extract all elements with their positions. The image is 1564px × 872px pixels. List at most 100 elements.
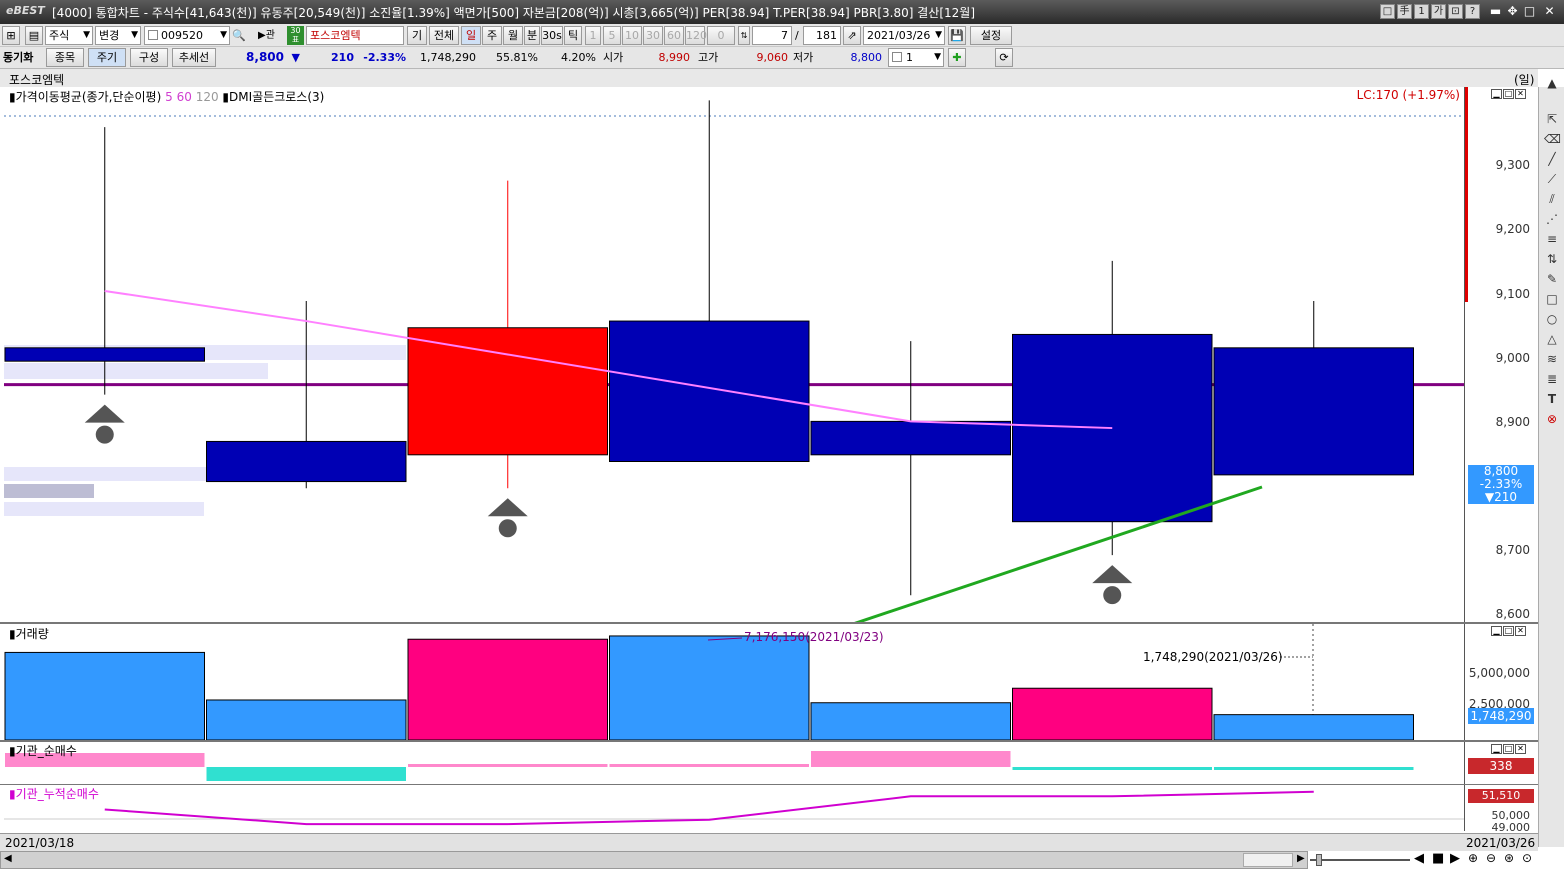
text-tool-icon[interactable]: T xyxy=(1544,391,1560,407)
scroll-thumb[interactable] xyxy=(1243,853,1293,867)
zoom-out-icon[interactable]: ⊖ xyxy=(1486,851,1496,865)
save-screen-icon[interactable]: ▤ xyxy=(25,26,43,45)
fibo-tool-icon[interactable]: ≡ xyxy=(1544,231,1560,247)
price-scale[interactable]: ▁ □ ✕ 9,300 9,200 9,100 9,000 8,900 8,70… xyxy=(1464,87,1538,622)
gi-button[interactable]: 기 xyxy=(407,26,427,45)
font-button[interactable]: 가 xyxy=(1431,4,1446,19)
panel-close-icon[interactable]: ✕ xyxy=(1515,744,1526,754)
ma-indicator-label[interactable]: ▮가격이동평균(종가,단순이평) 5 60 120 ▮DMI골든크로스(3) xyxy=(9,88,324,105)
interval-60[interactable]: 60 xyxy=(664,26,684,45)
refresh-icon[interactable]: ⟳ xyxy=(995,48,1013,67)
fan-tool-icon[interactable]: ⋰ xyxy=(1544,211,1560,227)
period-minute[interactable]: 분 xyxy=(524,26,540,45)
chart-window-icon[interactable]: ⊞ xyxy=(2,26,20,45)
frame-icon[interactable]: □ xyxy=(1380,4,1395,19)
open-value: 8,990 xyxy=(658,51,691,64)
total-input[interactable]: 181 xyxy=(803,26,841,45)
thirty-icon[interactable]: 30 표 xyxy=(287,26,304,45)
volume-panel[interactable]: ▮거래량 7,176,150(2021/03/23) 1,748,290(202… xyxy=(4,624,1464,740)
inst-cum-title[interactable]: ▮기관_누적순매수 xyxy=(9,785,99,802)
hand-icon[interactable]: 手 xyxy=(1397,4,1412,19)
capture-icon[interactable]: ⊡ xyxy=(1448,4,1463,19)
stop-icon[interactable]: ■ xyxy=(1432,851,1444,866)
stock-name-field[interactable]: 포스코엠텍 xyxy=(306,26,404,45)
search-icon[interactable]: 🔍 xyxy=(232,26,246,45)
save-icon[interactable]: 💾 xyxy=(948,26,966,45)
count-input[interactable]: 7 xyxy=(752,26,792,45)
channel-tool-icon[interactable]: ⫽ xyxy=(1544,191,1560,207)
horizontal-scrollbar[interactable]: ◀ ▶ xyxy=(0,851,1308,869)
zoom-fit-icon[interactable]: ⊛ xyxy=(1504,851,1514,865)
settings-button[interactable]: 설정 xyxy=(970,26,1012,45)
volume-title[interactable]: ▮거래량 xyxy=(9,625,49,642)
panel-min-icon[interactable]: ▁ xyxy=(1491,744,1502,754)
period-day[interactable]: 일 xyxy=(461,26,481,45)
panel-close-icon[interactable]: ✕ xyxy=(1515,89,1526,99)
market-select[interactable]: 주식 ▼ xyxy=(45,26,93,45)
all-button[interactable]: 전체 xyxy=(429,26,459,45)
play-icon[interactable]: ▶ xyxy=(1450,851,1460,866)
delete-tool-icon[interactable]: ⊗ xyxy=(1544,411,1560,427)
period-tick[interactable]: 틱 xyxy=(564,26,582,45)
panel-max-icon[interactable]: □ xyxy=(1503,626,1514,636)
move-icon[interactable]: ✥ xyxy=(1505,4,1520,19)
panel-max-icon[interactable]: □ xyxy=(1503,89,1514,99)
wave4-tool-icon[interactable]: ≣ xyxy=(1544,371,1560,387)
help-icon[interactable]: ? xyxy=(1465,4,1480,19)
stock-code-input[interactable]: 009520 ▼ xyxy=(144,26,230,45)
line-tool-icon[interactable]: ╱ xyxy=(1544,151,1560,167)
related-icon[interactable]: ▶관 xyxy=(258,26,275,45)
trend-icon[interactable]: ⇗ xyxy=(843,26,861,45)
count-select[interactable]: 1 ▼ xyxy=(888,48,944,67)
panel-max-icon[interactable]: □ xyxy=(1503,744,1514,754)
maximize-icon[interactable]: □ xyxy=(1522,4,1537,19)
interval-custom[interactable]: 0 xyxy=(707,26,735,45)
inst-cum-scale[interactable]: 51,510 50,000 49,000 xyxy=(1464,785,1538,831)
zoom-reset-icon[interactable]: ⊙ xyxy=(1522,851,1532,865)
trend-tool-icon[interactable]: ⟋ xyxy=(1544,171,1560,187)
select-tool-icon[interactable]: ⇱ xyxy=(1544,111,1560,127)
inst-net-scale[interactable]: ▁ □ ✕ 338 xyxy=(1464,742,1538,784)
wave3-tool-icon[interactable]: ≋ xyxy=(1544,351,1560,367)
pen-tool-icon[interactable]: ✎ xyxy=(1544,271,1560,287)
interval-120[interactable]: 120 xyxy=(685,26,707,45)
eraser-icon[interactable]: ⌫ xyxy=(1544,131,1561,147)
panel-close-icon[interactable]: ✕ xyxy=(1515,626,1526,636)
price-panel[interactable]: ▮가격이동평균(종가,단순이평) 5 60 120 ▮DMI골든크로스(3) L… xyxy=(4,87,1464,622)
item-button[interactable]: 종목 xyxy=(46,48,84,67)
close-icon[interactable]: ✕ xyxy=(1542,4,1557,19)
add-icon[interactable]: ✚ xyxy=(948,48,966,67)
interval-5[interactable]: 5 xyxy=(603,26,621,45)
circle-tool-icon[interactable]: ○ xyxy=(1544,311,1560,327)
prev-icon[interactable]: ◀ xyxy=(1414,851,1424,866)
arrow-tool-icon[interactable]: ⇅ xyxy=(1544,251,1560,267)
change-select[interactable]: 변경 ▼ xyxy=(95,26,141,45)
period-week[interactable]: 주 xyxy=(482,26,502,45)
inst-cum-panel[interactable]: ▮기관_누적순매수 xyxy=(4,785,1464,831)
scroll-up-icon[interactable]: ▲ xyxy=(1544,75,1560,91)
inst-net-title[interactable]: ▮기관_순매수 xyxy=(9,742,77,759)
period-month[interactable]: 월 xyxy=(503,26,523,45)
inst-net-panel[interactable]: ▮기관_순매수 xyxy=(4,742,1464,784)
spin-icon[interactable]: ⇅ xyxy=(738,26,750,45)
interval-10[interactable]: 10 xyxy=(622,26,642,45)
trendline-button[interactable]: 추세선 xyxy=(172,48,216,67)
config-button[interactable]: 구성 xyxy=(130,48,168,67)
panel-min-icon[interactable]: ▁ xyxy=(1491,89,1502,99)
scroll-right-icon[interactable]: ▶ xyxy=(1297,853,1305,864)
zoom-slider[interactable] xyxy=(1310,853,1410,867)
rect-tool-icon[interactable]: □ xyxy=(1544,291,1560,307)
triangle-tool-icon[interactable]: △ xyxy=(1544,331,1560,347)
sync-label[interactable]: 동기화 xyxy=(3,48,33,67)
one-button[interactable]: 1 xyxy=(1414,4,1429,19)
period-30s[interactable]: 30s xyxy=(541,26,563,45)
scroll-left-icon[interactable]: ◀ xyxy=(4,853,12,864)
period-button[interactable]: 주기 xyxy=(88,48,126,67)
zoom-in-icon[interactable]: ⊕ xyxy=(1468,851,1478,865)
volume-scale[interactable]: ▁ □ ✕ 5,000,000 2,500,000 1,748,290 xyxy=(1464,624,1538,740)
date-input[interactable]: 2021/03/26 ▼ xyxy=(863,26,945,45)
interval-30[interactable]: 30 xyxy=(643,26,663,45)
panel-min-icon[interactable]: ▁ xyxy=(1491,626,1502,636)
interval-1[interactable]: 1 xyxy=(585,26,601,45)
minimize-icon[interactable]: ▬ xyxy=(1488,4,1503,19)
